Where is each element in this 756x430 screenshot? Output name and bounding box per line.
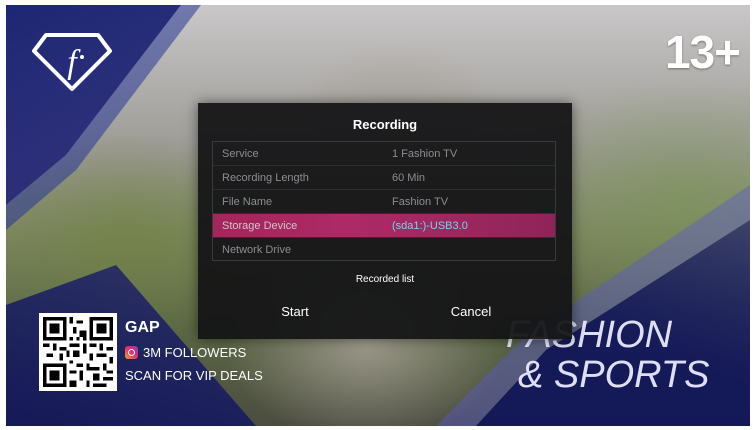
- row-service[interactable]: Service 1 Fashion TV: [213, 142, 555, 166]
- recorded-list-link[interactable]: Recorded list: [198, 274, 572, 285]
- row-label: Service: [222, 148, 259, 160]
- row-storage-device[interactable]: Storage Device (sda1:)-USB3.0: [213, 214, 555, 238]
- svg-text:f: f: [67, 44, 81, 81]
- row-label: Storage Device: [222, 220, 298, 232]
- tv-screen: f 13+ GAP 3M FOLLOWERS SCAN FOR VIP DEAL…: [6, 5, 750, 426]
- recording-dialog: Recording Service 1 Fashion TV Recording…: [198, 103, 572, 339]
- row-value: 60 Min: [392, 172, 426, 184]
- cancel-button[interactable]: Cancel: [416, 300, 526, 324]
- fashion-tv-logo-icon: f: [32, 31, 112, 93]
- row-value: (sda1:)-USB3.0: [392, 220, 468, 232]
- promo-scan-text: SCAN FOR VIP DEALS: [125, 368, 263, 383]
- row-label: Network Drive: [222, 244, 292, 256]
- row-label: File Name: [222, 196, 273, 208]
- start-button[interactable]: Start: [240, 300, 350, 324]
- recording-settings-table: Service 1 Fashion TV Recording Length 60…: [212, 141, 556, 261]
- row-network-drive[interactable]: Network Drive: [213, 238, 555, 262]
- qr-code: [39, 313, 117, 391]
- promo-followers: 3M FOLLOWERS: [125, 345, 246, 360]
- followers-count: 3M FOLLOWERS: [143, 345, 247, 360]
- row-value: Fashion TV: [392, 196, 449, 208]
- row-file-name[interactable]: File Name Fashion TV: [213, 190, 555, 214]
- row-value: 1 Fashion TV: [392, 148, 458, 160]
- row-recording-length[interactable]: Recording Length 60 Min: [213, 166, 555, 190]
- row-label: Recording Length: [222, 172, 309, 184]
- age-rating-badge: 13+: [664, 26, 741, 78]
- dialog-title: Recording: [352, 117, 418, 132]
- instagram-icon: [125, 346, 138, 359]
- promo-brand: GAP: [125, 319, 160, 336]
- tagline-line2: & SPORTS: [518, 354, 710, 396]
